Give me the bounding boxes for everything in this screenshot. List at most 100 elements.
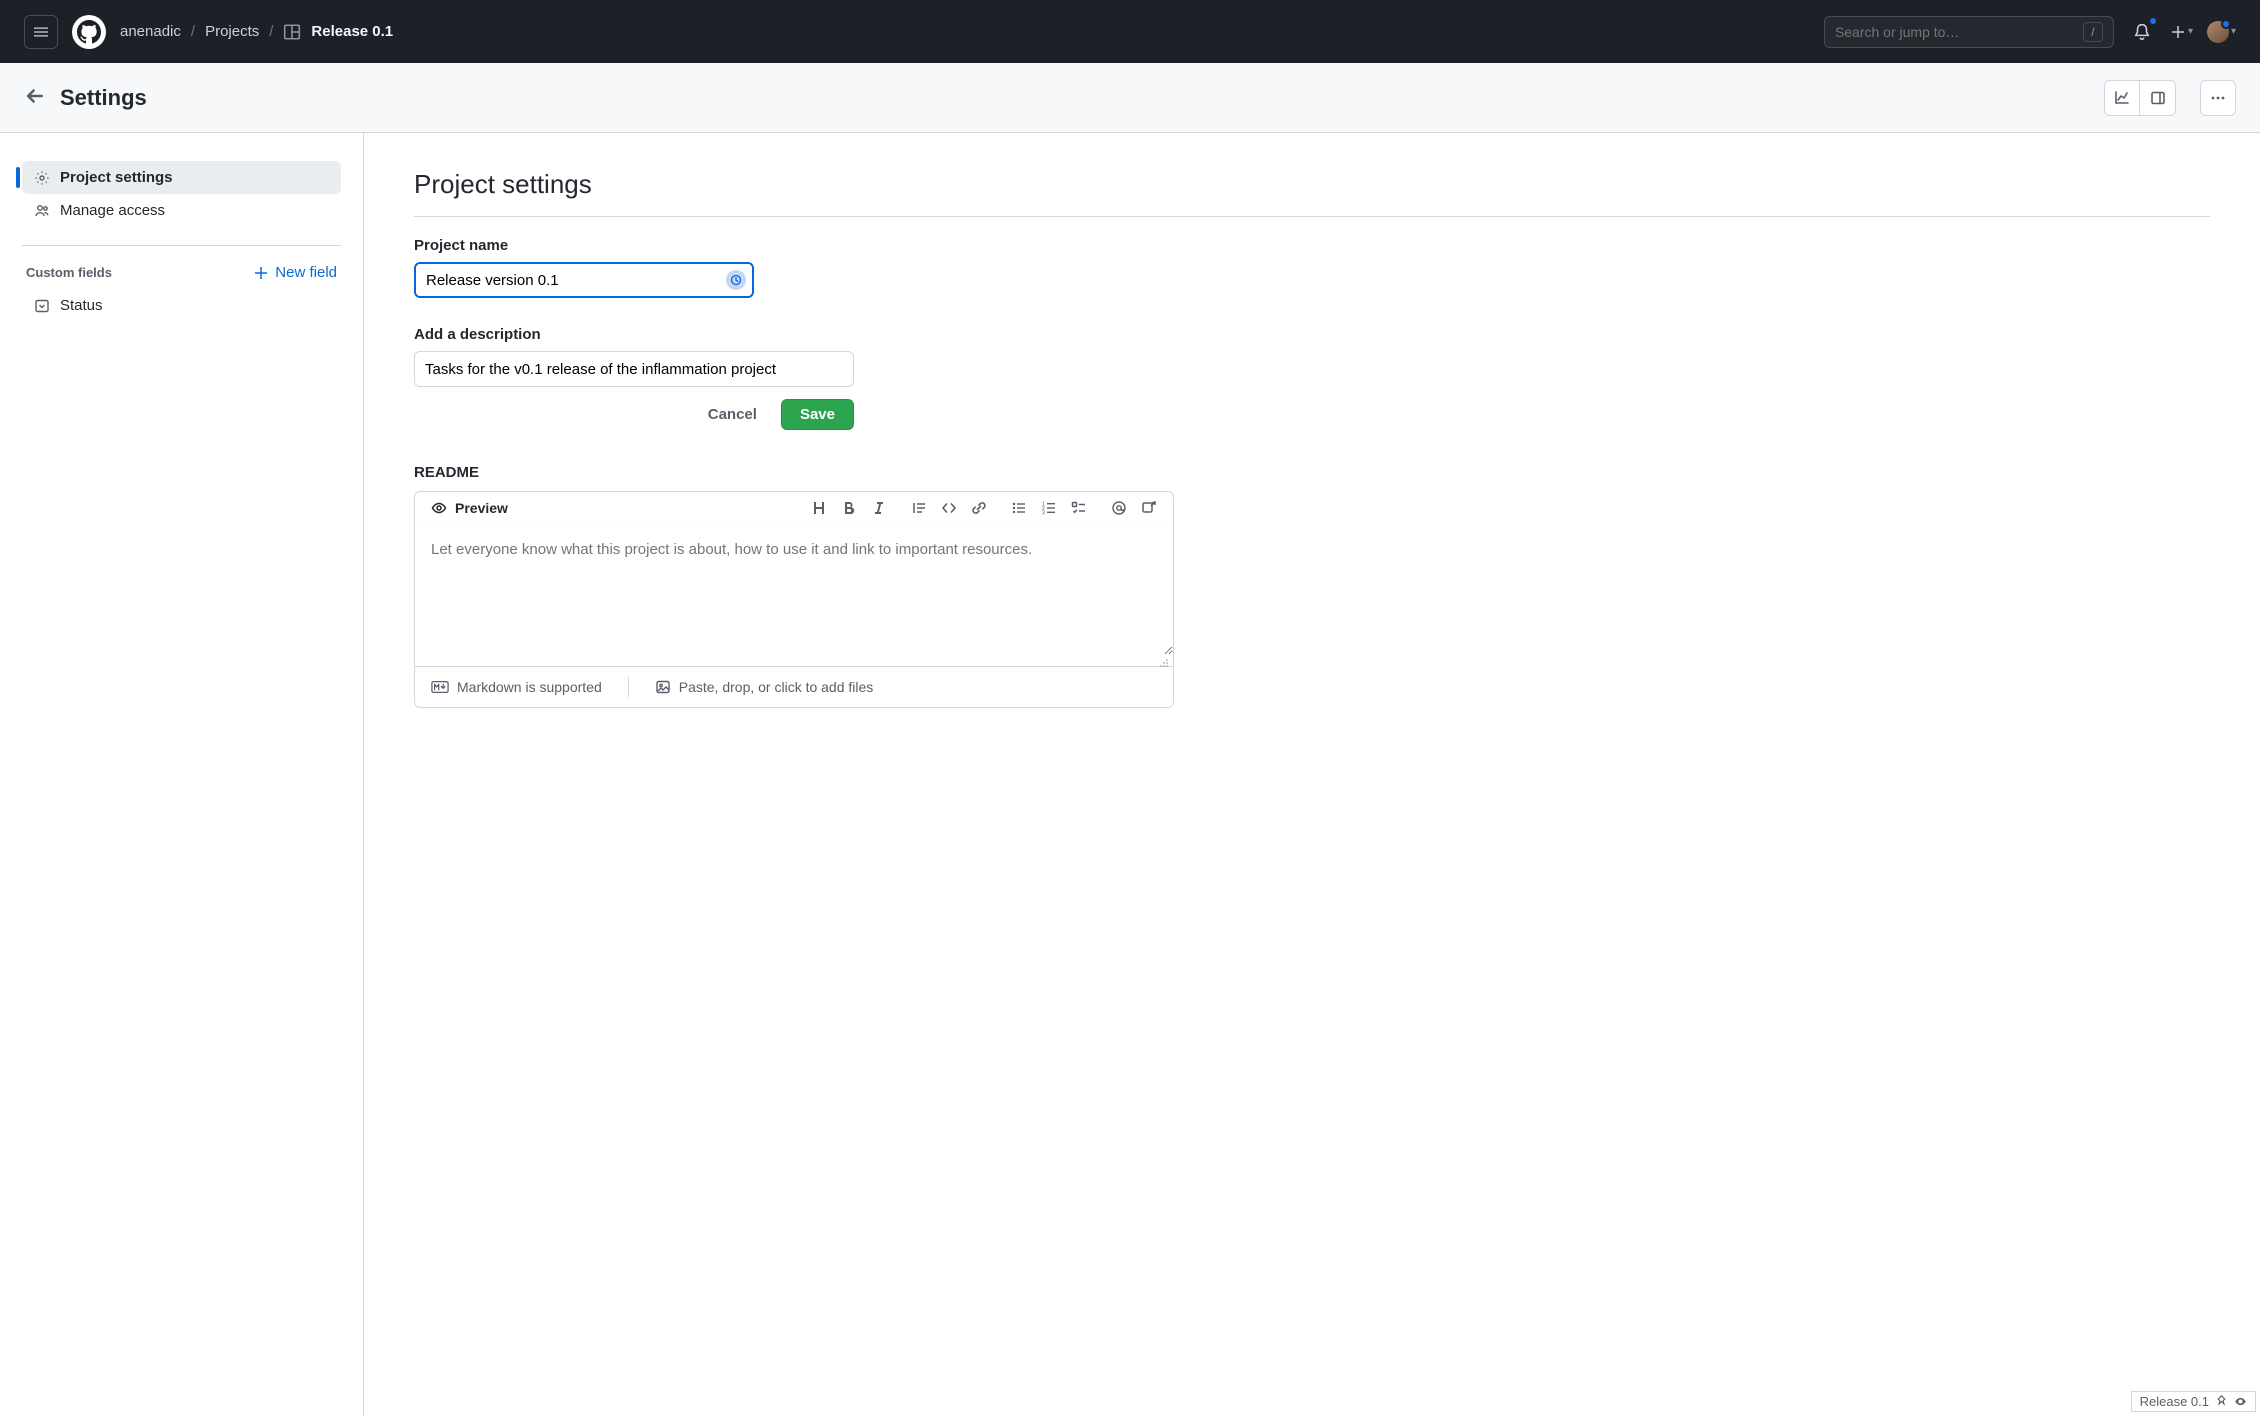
resize-grip-icon xyxy=(1159,658,1169,668)
main-content: Project settings Project name Add a desc… xyxy=(364,133,2260,1416)
preview-tab[interactable]: Preview xyxy=(431,500,508,516)
svg-text:3: 3 xyxy=(1042,511,1045,517)
github-mark-icon xyxy=(77,20,101,44)
search-input[interactable] xyxy=(1835,24,2075,40)
sidebar-item-label: Project settings xyxy=(60,169,173,186)
quote-button[interactable] xyxy=(911,500,927,516)
editor-toolbar: Preview 123 xyxy=(415,492,1173,525)
people-icon xyxy=(34,203,50,219)
settings-header: Settings xyxy=(0,63,2260,133)
single-select-icon xyxy=(34,298,50,314)
sidebar-item-status-field[interactable]: Status xyxy=(22,289,341,322)
markdown-supported-link[interactable]: Markdown is supported xyxy=(431,679,602,695)
status-pill[interactable]: Release 0.1 xyxy=(2131,1391,2256,1412)
description-input[interactable] xyxy=(414,351,854,387)
user-menu[interactable]: ▾ xyxy=(2207,21,2236,43)
sidebar-item-manage-access[interactable]: Manage access xyxy=(22,194,341,227)
panel-icon xyxy=(2150,90,2166,106)
ordered-list-icon: 123 xyxy=(1041,500,1057,516)
bold-icon xyxy=(841,500,857,516)
italic-icon xyxy=(871,500,887,516)
github-logo[interactable] xyxy=(72,15,106,49)
project-name-input[interactable] xyxy=(414,262,754,298)
gear-icon xyxy=(34,170,50,186)
back-button[interactable] xyxy=(24,85,46,110)
sidebar-divider xyxy=(22,245,341,246)
preview-tab-label: Preview xyxy=(455,500,508,516)
save-button[interactable]: Save xyxy=(781,399,854,430)
description-label: Add a description xyxy=(414,326,2210,343)
insights-button[interactable] xyxy=(2104,80,2140,116)
create-new-menu[interactable]: ▾ xyxy=(2170,24,2193,40)
eye-icon xyxy=(431,500,447,516)
sidebar-item-label: Manage access xyxy=(60,202,165,219)
breadcrumb-current: Release 0.1 xyxy=(311,23,393,40)
breadcrumb-sep: / xyxy=(269,23,273,40)
settings-sidebar: Project settings Manage access Custom fi… xyxy=(0,133,364,1416)
arrow-left-icon xyxy=(24,85,46,107)
upload-hint-label: Paste, drop, or click to add files xyxy=(679,679,874,695)
divider xyxy=(414,216,2210,217)
readme-heading: README xyxy=(414,464,2210,481)
link-icon xyxy=(971,500,987,516)
cross-reference-button[interactable] xyxy=(1141,500,1157,516)
pin-icon xyxy=(2215,1395,2228,1408)
status-pill-label: Release 0.1 xyxy=(2140,1394,2209,1409)
mention-button[interactable] xyxy=(1111,500,1127,516)
breadcrumb: anenadic / Projects / Release 0.1 xyxy=(120,23,393,41)
editor-footer: Markdown is supported Paste, drop, or cl… xyxy=(415,666,1173,707)
new-field-button[interactable]: New field xyxy=(253,264,337,281)
heading-button[interactable] xyxy=(811,500,827,516)
breadcrumb-projects[interactable]: Projects xyxy=(205,23,259,40)
hamburger-menu[interactable] xyxy=(24,15,58,49)
reference-icon xyxy=(1141,500,1157,516)
notification-badge xyxy=(2148,16,2158,26)
sidebar-item-project-settings[interactable]: Project settings xyxy=(22,161,341,194)
global-header: anenadic / Projects / Release 0.1 / ▾ ▾ xyxy=(0,0,2260,63)
project-icon xyxy=(283,23,301,41)
section-heading: Project settings xyxy=(414,169,2210,200)
custom-fields-heading: Custom fields xyxy=(26,265,112,280)
project-name-label: Project name xyxy=(414,237,2210,254)
notifications-button[interactable] xyxy=(2128,18,2156,46)
caret-down-icon: ▾ xyxy=(2188,26,2193,37)
plus-icon xyxy=(2170,24,2186,40)
graph-icon xyxy=(2114,90,2130,106)
link-button[interactable] xyxy=(971,500,987,516)
avatar-status-badge xyxy=(2221,19,2231,29)
search-shortcut-key: / xyxy=(2083,22,2103,42)
code-button[interactable] xyxy=(941,500,957,516)
readme-textarea[interactable] xyxy=(415,525,1173,655)
image-icon xyxy=(655,679,671,695)
avatar xyxy=(2207,21,2229,43)
bell-icon xyxy=(2133,23,2151,41)
eye-icon xyxy=(2234,1395,2247,1408)
plus-icon xyxy=(253,265,269,281)
italic-button[interactable] xyxy=(871,500,887,516)
global-search[interactable]: / xyxy=(1824,16,2114,48)
readme-editor: Preview 123 xyxy=(414,491,1174,708)
markdown-supported-label: Markdown is supported xyxy=(457,679,602,695)
task-list-button[interactable] xyxy=(1071,500,1087,516)
breadcrumb-owner[interactable]: anenadic xyxy=(120,23,181,40)
sidebar-item-label: Status xyxy=(60,297,103,314)
panel-toggle-button[interactable] xyxy=(2140,80,2176,116)
quote-icon xyxy=(911,500,927,516)
new-field-label: New field xyxy=(275,264,337,281)
more-options-button[interactable] xyxy=(2200,80,2236,116)
kebab-icon xyxy=(2210,90,2226,106)
heading-icon xyxy=(811,500,827,516)
code-icon xyxy=(941,500,957,516)
list-icon xyxy=(1011,500,1027,516)
history-icon[interactable] xyxy=(726,270,746,290)
bullet-list-button[interactable] xyxy=(1011,500,1027,516)
menu-icon xyxy=(33,24,49,40)
cancel-button[interactable]: Cancel xyxy=(698,399,767,430)
upload-hint[interactable]: Paste, drop, or click to add files xyxy=(655,679,874,695)
footer-divider xyxy=(628,677,629,697)
resize-handle[interactable] xyxy=(415,658,1173,666)
tasklist-icon xyxy=(1071,500,1087,516)
number-list-button[interactable]: 123 xyxy=(1041,500,1057,516)
bold-button[interactable] xyxy=(841,500,857,516)
mention-icon xyxy=(1111,500,1127,516)
